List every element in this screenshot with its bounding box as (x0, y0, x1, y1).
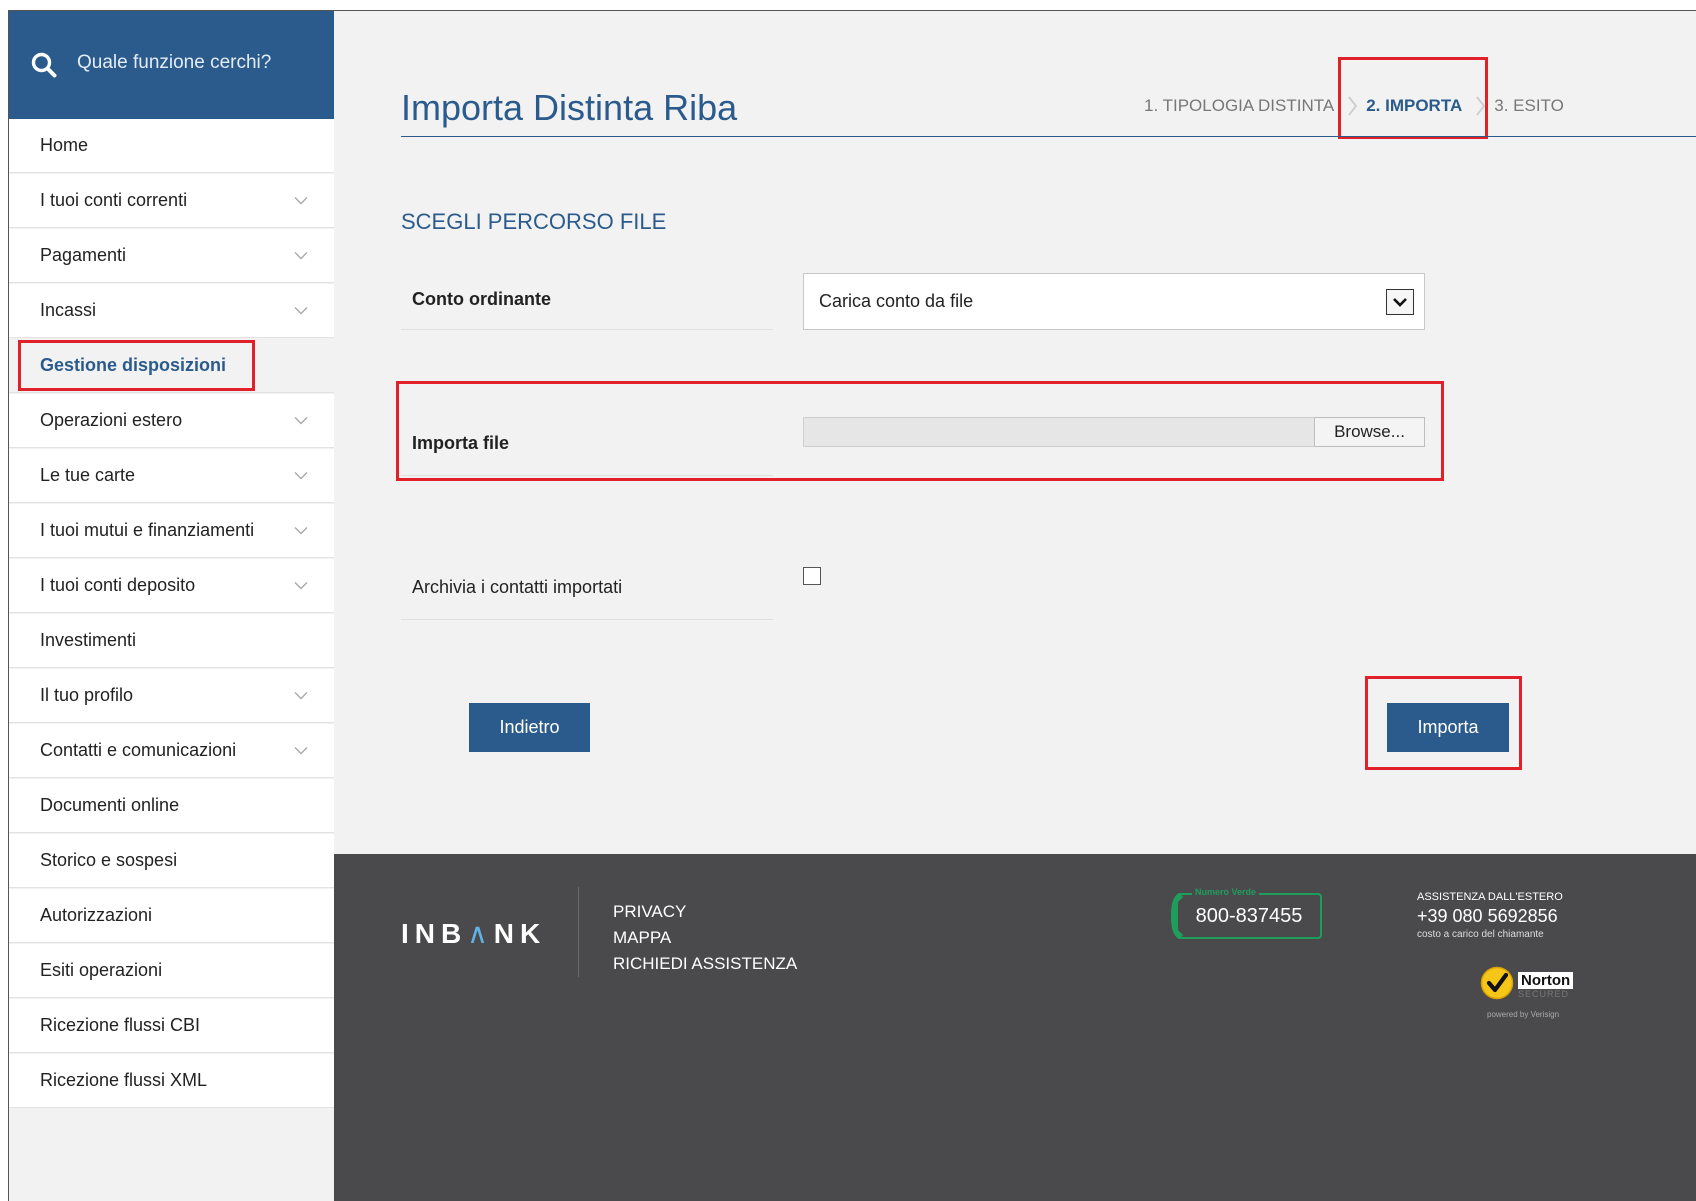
step-tipologia: 1. TIPOLOGIA DISTINTA (1144, 96, 1335, 115)
logo-text-end: NK (493, 918, 547, 949)
sidebar-item-label: Gestione disposizioni (17, 340, 256, 391)
logo-text-start: INB (401, 918, 468, 949)
back-button[interactable]: Indietro (469, 703, 590, 752)
numero-verde-box[interactable]: 800-837455 (1176, 893, 1322, 939)
sidebar-item-documenti-online[interactable]: Documenti online (9, 779, 334, 833)
chevron-down-icon[interactable] (294, 581, 308, 590)
assistenza-estero-title: ASSISTENZA DALL'ESTERO (1417, 891, 1563, 903)
sidebar-item-autorizzazioni[interactable]: Autorizzazioni (9, 889, 334, 943)
sidebar-item-label: Ricezione flussi CBI (40, 1015, 201, 1035)
footer: INB∧NK PRIVACY MAPPA RICHIEDI ASSISTENZA… (334, 854, 1696, 1201)
sidebar-item-storico-e-sospesi[interactable]: Storico e sospesi (9, 834, 334, 888)
sidebar-item-home[interactable]: Home (9, 119, 334, 173)
sidebar-item-label: Documenti online (40, 795, 180, 815)
footer-divider (578, 887, 579, 977)
sidebar-item-label: Home (40, 135, 89, 155)
sidebar-item-label: Il tuo profilo (40, 685, 134, 705)
sidebar-item-pagamenti[interactable]: Pagamenti (9, 229, 334, 283)
sidebar-item-label: Storico e sospesi (40, 850, 178, 870)
norton-text: Norton SECURED (1518, 972, 1574, 999)
sidebar-item-label: I tuoi mutui e finanziamenti (40, 520, 255, 540)
sidebar-item-incassi[interactable]: Incassi (9, 284, 334, 338)
sidebar-item-operazioni-estero[interactable]: Operazioni estero (9, 394, 334, 448)
sidebar-item-label: I tuoi conti deposito (40, 575, 196, 595)
norton-secured: SECURED (1518, 989, 1570, 999)
chevron-down-icon[interactable] (294, 306, 308, 315)
sidebar: Quale funzione cerchi? Home I tuoi conti … (9, 11, 334, 1201)
assistenza-estero: ASSISTENZA DALL'ESTERO +39 080 5692856 c… (1417, 891, 1563, 940)
sidebar-item-label: Ricezione flussi XML (40, 1070, 208, 1090)
sidebar-item-label: Contatti e comunicazioni (40, 740, 237, 760)
sidebar-item-il-tuo-profilo[interactable]: Il tuo profilo (9, 669, 334, 723)
browse-button[interactable]: Browse... (1314, 417, 1425, 447)
sidebar-item-ricezione-flussi-xml[interactable]: Ricezione flussi XML (9, 1054, 334, 1108)
sidebar-item-i-tuoi-mutui-e-finanziamenti[interactable]: I tuoi mutui e finanziamenti (9, 504, 334, 558)
sidebar-item-label: I tuoi conti correnti (40, 190, 188, 210)
sidebar-item-i-tuoi-conti-correnti[interactable]: I tuoi conti correnti (9, 174, 334, 228)
sidebar-item-ricezione-flussi-cbi[interactable]: Ricezione flussi CBI (9, 999, 334, 1053)
title-divider (401, 136, 1696, 137)
chevron-down-icon[interactable] (294, 251, 308, 260)
importa-file-label: Importa file (401, 433, 773, 476)
search-placeholder[interactable]: Quale funzione cerchi? (77, 52, 271, 74)
sidebar-item-le-tue-carte[interactable]: Le tue carte (9, 449, 334, 503)
phone-number: 800-837455 (1195, 904, 1303, 927)
step-esito: 3. ESITO (1494, 96, 1564, 115)
sidebar-item-label: Pagamenti (40, 245, 127, 265)
function-search[interactable]: Quale funzione cerchi? (9, 11, 334, 119)
main-content: Importa Distinta Riba 1. TIPOLOGIA DISTI… (334, 11, 1696, 854)
sidebar-item-label: Le tue carte (40, 465, 136, 485)
chevron-down-icon[interactable] (294, 471, 308, 480)
footer-link-privacy[interactable]: PRIVACY (613, 899, 797, 925)
conto-ordinante-select[interactable]: Carica conto da file (803, 273, 1425, 330)
sidebar-item-gestione-disposizioni[interactable]: Gestione disposizioni (9, 339, 334, 393)
sidebar-menu: Home I tuoi conti correnti Pagamenti Incass… (9, 119, 334, 1108)
sidebar-item-investimenti[interactable]: Investimenti (9, 614, 334, 668)
norton-check-icon (1480, 966, 1514, 1005)
page-title: Importa Distinta Riba (401, 87, 738, 128)
archivia-contatti-label: Archivia i contatti importati (401, 577, 773, 620)
chevron-down-icon[interactable] (294, 746, 308, 755)
chevron-down-icon[interactable] (294, 416, 308, 425)
sidebar-item-label: Autorizzazioni (40, 905, 153, 925)
archivia-contatti-checkbox[interactable] (803, 567, 821, 585)
chevron-down-icon[interactable] (294, 526, 308, 535)
logo-a-mark: ∧ (467, 918, 494, 949)
sidebar-item-contatti-e-comunicazioni[interactable]: Contatti e comunicazioni (9, 724, 334, 778)
sidebar-item-label: Investimenti (40, 630, 137, 650)
sidebar-item-label: Esiti operazioni (40, 960, 163, 980)
footer-link-mappa[interactable]: MAPPA (613, 925, 797, 951)
sidebar-item-i-tuoi-conti-deposito[interactable]: I tuoi conti deposito (9, 559, 334, 613)
chevron-down-icon[interactable] (294, 691, 308, 700)
inbank-logo: INB∧NK (401, 917, 546, 950)
chevron-down-icon[interactable] (1386, 289, 1414, 315)
app-frame: Quale funzione cerchi? Home I tuoi conti … (8, 10, 1696, 1201)
numero-verde-tag: Numero Verde (1192, 887, 1260, 897)
norton-powered-by: powered by Verisign (1487, 1010, 1560, 1019)
footer-link-assistenza[interactable]: RICHIEDI ASSISTENZA (613, 951, 797, 977)
sidebar-item-esiti-operazioni[interactable]: Esiti operazioni (9, 944, 334, 998)
import-button[interactable]: Importa (1387, 703, 1509, 752)
norton-name: Norton (1518, 972, 1574, 989)
sidebar-item-label: Operazioni estero (40, 410, 183, 430)
conto-ordinante-value: Carica conto da file (819, 291, 974, 311)
current-step-highlight (1338, 57, 1488, 139)
chevron-down-icon[interactable] (294, 196, 308, 205)
search-icon[interactable] (31, 52, 57, 78)
file-path-input[interactable] (803, 417, 1315, 447)
footer-links: PRIVACY MAPPA RICHIEDI ASSISTENZA (613, 899, 797, 977)
norton-badge[interactable]: Norton SECURED (1480, 966, 1574, 1005)
assistenza-estero-phone: +39 080 5692856 (1417, 906, 1558, 926)
conto-ordinante-label: Conto ordinante (401, 289, 773, 330)
sidebar-item-label: Incassi (40, 300, 97, 320)
section-title: SCEGLI PERCORSO FILE (401, 209, 667, 234)
assistenza-estero-note: costo a carico del chiamante (1417, 929, 1544, 940)
